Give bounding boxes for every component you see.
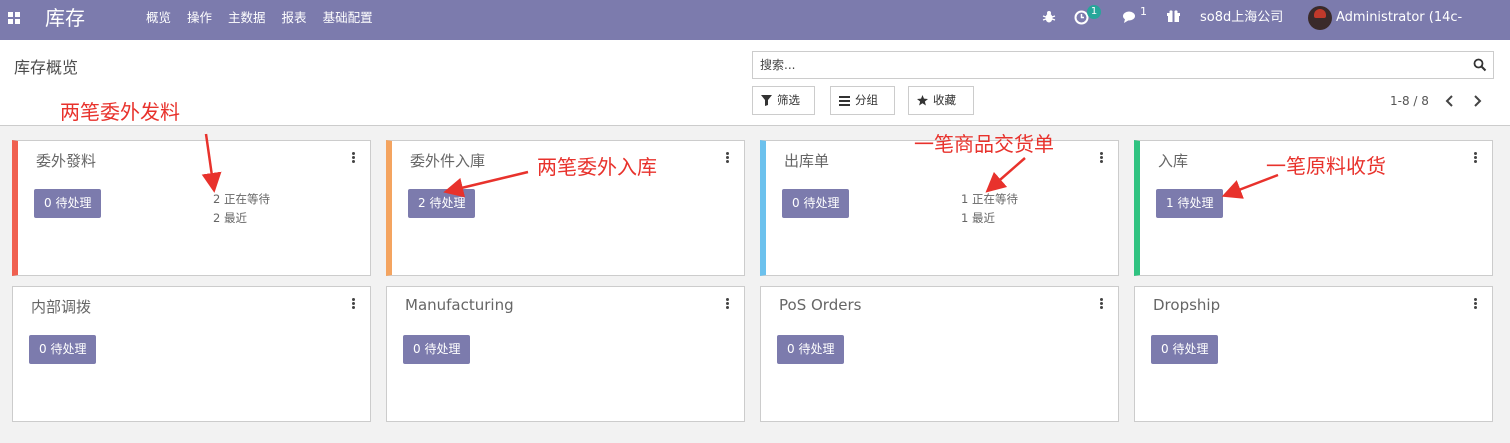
bars-icon bbox=[839, 96, 850, 106]
kanban-card[interactable]: 内部调拨 0 待处理 bbox=[12, 286, 371, 422]
card-menu-icon[interactable] bbox=[726, 298, 730, 310]
recent-link[interactable]: 2 最近 bbox=[213, 210, 247, 226]
favorites-label: 收藏 bbox=[933, 93, 956, 107]
card-title[interactable]: 入库 bbox=[1158, 150, 1188, 171]
pending-button[interactable]: 0 待处理 bbox=[1151, 335, 1219, 364]
card-title[interactable]: 内部调拨 bbox=[31, 296, 91, 317]
user-avatar[interactable] bbox=[1308, 6, 1332, 30]
chevron-right-icon[interactable] bbox=[1471, 94, 1483, 108]
apps-menu-icon[interactable] bbox=[8, 12, 20, 24]
page-title: 库存概览 bbox=[14, 58, 79, 77]
pending-button[interactable]: 0 待处理 bbox=[782, 189, 850, 218]
chat-icon[interactable] bbox=[1122, 10, 1138, 24]
card-menu-icon[interactable] bbox=[1100, 298, 1104, 310]
message-count: 1 bbox=[1140, 5, 1147, 18]
pending-button[interactable]: 0 待处理 bbox=[29, 335, 97, 364]
card-title[interactable]: 委外發料 bbox=[36, 150, 96, 171]
gift-icon[interactable] bbox=[1167, 10, 1180, 23]
kanban-card[interactable]: 出库单 0 待处理 1 正在等待 1 最近 bbox=[760, 140, 1119, 276]
search-icon[interactable] bbox=[1473, 58, 1487, 72]
waiting-link[interactable]: 1 正在等待 bbox=[961, 191, 1018, 207]
annotation-text: 两笔委外发料 bbox=[60, 100, 180, 124]
activity-count-badge: 1 bbox=[1087, 5, 1101, 19]
card-menu-icon[interactable] bbox=[726, 152, 730, 164]
annotation-text: 一笔原料收货 bbox=[1266, 154, 1386, 178]
menu-item-configuration[interactable]: 基础配置 bbox=[323, 0, 373, 40]
kanban-card[interactable]: Dropship 0 待处理 bbox=[1134, 286, 1493, 422]
kanban-card[interactable]: 委外發料 0 待处理 2 正在等待 2 最近 bbox=[12, 140, 371, 276]
pending-button[interactable]: 2 待处理 bbox=[408, 189, 476, 218]
company-switcher[interactable]: so8d上海公司 bbox=[1200, 0, 1283, 40]
search-box bbox=[752, 51, 1494, 79]
pending-button[interactable]: 0 待处理 bbox=[403, 335, 471, 364]
card-menu-icon[interactable] bbox=[352, 152, 356, 164]
menu-item-operations[interactable]: 操作 bbox=[187, 0, 212, 40]
card-menu-icon[interactable] bbox=[352, 298, 356, 310]
card-title[interactable]: Dropship bbox=[1153, 296, 1220, 314]
main-menu: 概览 操作 主数据 报表 基础配置 bbox=[146, 0, 389, 40]
annotation-text: 两笔委外入库 bbox=[537, 155, 657, 179]
card-menu-icon[interactable] bbox=[1100, 152, 1104, 164]
card-title[interactable]: 出库单 bbox=[784, 150, 829, 171]
favorites-button[interactable]: 收藏 bbox=[908, 86, 974, 115]
main-navbar: 库存 概览 操作 主数据 报表 基础配置 1 1 so8d上海公司 Admini… bbox=[0, 0, 1510, 61]
card-title[interactable]: 委外件入庫 bbox=[410, 150, 485, 171]
menu-item-overview[interactable]: 概览 bbox=[146, 0, 171, 40]
chevron-left-icon[interactable] bbox=[1444, 94, 1456, 108]
group-by-label: 分组 bbox=[855, 93, 878, 107]
waiting-link[interactable]: 2 正在等待 bbox=[213, 191, 270, 207]
annotation-text: 一笔商品交货单 bbox=[914, 132, 1054, 156]
app-brand[interactable]: 库存 bbox=[45, 4, 85, 32]
kanban-card[interactable]: PoS Orders 0 待处理 bbox=[760, 286, 1119, 422]
control-panel: 库存概览 筛选 分组 收藏 1-8 / 8 bbox=[0, 40, 1510, 126]
group-by-button[interactable]: 分组 bbox=[830, 86, 895, 115]
star-icon bbox=[917, 95, 928, 106]
card-title[interactable]: Manufacturing bbox=[405, 296, 514, 314]
pending-button[interactable]: 0 待处理 bbox=[34, 189, 102, 218]
kanban-card[interactable]: Manufacturing 0 待处理 bbox=[386, 286, 745, 422]
pager-value[interactable]: 1-8 / 8 bbox=[1390, 94, 1429, 108]
card-menu-icon[interactable] bbox=[1474, 152, 1478, 164]
card-menu-icon[interactable] bbox=[1474, 298, 1478, 310]
filter-label: 筛选 bbox=[777, 93, 800, 107]
menu-item-master-data[interactable]: 主数据 bbox=[228, 0, 266, 40]
pending-button[interactable]: 0 待处理 bbox=[777, 335, 845, 364]
user-menu[interactable]: Administrator (14c-226408) bbox=[1336, 0, 1510, 61]
filter-button[interactable]: 筛选 bbox=[752, 86, 815, 115]
recent-link[interactable]: 1 最近 bbox=[961, 210, 995, 226]
search-input[interactable] bbox=[753, 52, 1453, 78]
filter-icon bbox=[761, 95, 772, 106]
bug-icon[interactable] bbox=[1042, 10, 1056, 24]
menu-item-reporting[interactable]: 报表 bbox=[282, 0, 307, 40]
pending-button[interactable]: 1 待处理 bbox=[1156, 189, 1224, 218]
card-title[interactable]: PoS Orders bbox=[779, 296, 861, 314]
